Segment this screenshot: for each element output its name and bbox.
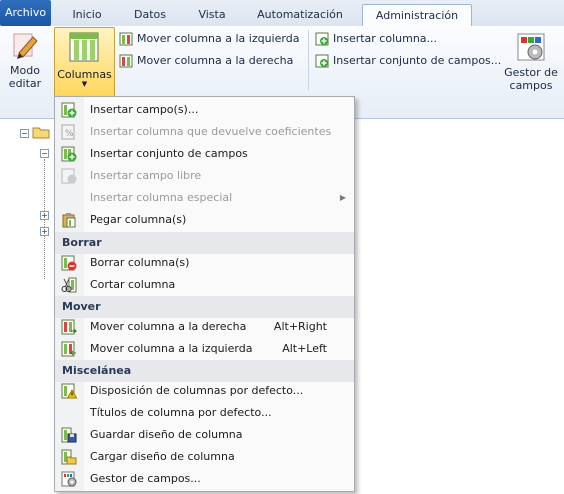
columns-dropdown-menu: Insertar campo(s)... % Insertar columna … [54,96,355,492]
pencil-icon [13,33,38,59]
menu-item-label: Insertar columna especial [90,191,233,204]
section-header-miscelanea: Miscelánea [55,360,354,382]
menu-item-shortcut: Alt+Right [273,320,327,333]
section-header-mover: Mover [55,296,354,318]
menu-item-insert-coefficient-column: % Insertar columna que devuelve coeficie… [55,121,354,143]
menu-item-label: Insertar campo libre [90,169,202,182]
menu-item-paste-columns[interactable]: Pegar columna(s) [55,209,354,231]
menu-item-move-column-right[interactable]: Mover columna a la derecha Alt+Right [55,316,354,338]
field-manager-icon [517,33,545,61]
columns-icon [69,32,99,62]
menu-item-save-column-layout[interactable]: Guardar diseño de columna [55,424,354,446]
insert-field-set-label: Insertar conjunto de campos... [333,54,502,67]
menu-item-field-manager[interactable]: Gestor de campos... [55,468,354,490]
menu-item-insert-free-field: Insertar campo libre [55,165,354,187]
menu-item-default-column-titles[interactable]: Títulos de columna por defecto... [55,402,354,424]
insert-column-label: Insertar columna... [333,32,438,45]
menu-item-delete-columns[interactable]: Borrar columna(s) [55,252,354,274]
menu-item-cut-column[interactable]: Cortar columna [55,274,354,296]
insert-field-icon [61,102,77,118]
tab-datos[interactable]: Datos [122,4,178,25]
insert-field-set-icon [61,146,77,162]
tree-collapse-toggle[interactable]: − [40,149,49,158]
insert-column-icon [315,32,329,46]
free-field-icon [61,168,77,184]
save-icon [61,427,77,443]
menu-item-label: Borrar columna(s) [90,256,190,269]
menu-item-label: Títulos de columna por defecto... [90,406,272,419]
menu-item-label: Mover columna a la izquierda [90,342,253,355]
menu-item-default-column-layout[interactable]: Disposición de columnas por defecto... [55,380,354,402]
tab-inicio[interactable]: Inicio [58,4,116,25]
tree-collapse-toggle[interactable]: − [20,129,29,138]
menu-item-insert-field[interactable]: Insertar campo(s)... [55,99,354,121]
section-header-borrar: Borrar [55,232,354,254]
edit-mode-label-1: Modo [10,64,40,77]
menu-item-label: Guardar diseño de columna [90,428,243,441]
insert-field-set-icon [315,54,329,68]
chevron-down-icon: ▼ [81,80,88,88]
tab-vista[interactable]: Vista [184,4,240,25]
move-left-button[interactable]: Mover columna a la izquierda [119,29,299,49]
menu-item-label: Disposición de columnas por defecto... [90,384,304,397]
tree-expand-toggle[interactable]: + [40,227,49,236]
edit-mode-label-2: editar [8,77,42,90]
delete-column-icon [61,255,77,271]
submenu-arrow-icon: ▶ [339,193,346,202]
field-manager-label-1: Gestor de [504,66,558,79]
menu-item-label: Insertar columna que devuelve coeficient… [90,125,332,138]
move-column-left-icon [119,32,133,46]
ribbon-tab-strip: Archivo Inicio Datos Vista Automatizació… [0,0,564,27]
field-manager-icon [61,471,77,487]
move-left-icon [61,341,76,357]
menu-item-label: Pegar columna(s) [90,213,187,226]
menu-item-label: Cargar diseño de columna [90,450,235,463]
move-left-label: Mover columna a la izquierda [137,32,300,45]
menu-item-load-column-layout[interactable]: Cargar diseño de columna [55,446,354,468]
edit-mode-button[interactable]: Modo editar [4,31,46,90]
field-manager-button[interactable]: Gestor de campos [500,31,562,92]
paste-icon [62,213,76,228]
move-right-button[interactable]: Mover columna a la derecha [119,51,293,71]
cut-icon [61,277,77,293]
folder-icon [32,127,50,139]
coefficient-column-icon: % [61,124,75,140]
move-right-label: Mover columna a la derecha [137,54,294,67]
move-column-right-icon [119,54,133,68]
menu-item-label: Gestor de campos... [90,472,201,485]
ribbon-separator [308,30,309,90]
insert-column-button[interactable]: Insertar columna... [315,29,437,49]
insert-field-set-button[interactable]: Insertar conjunto de campos... [315,51,501,71]
menu-item-insert-special-column: Insertar columna especial ▶ [55,187,354,209]
tab-automatizacion[interactable]: Automatización [246,4,354,25]
svg-text:%: % [65,129,74,139]
menu-item-move-column-left[interactable]: Mover columna a la izquierda Alt+Left [55,338,354,360]
menu-item-label: Cortar columna [90,278,176,291]
tree-expand-toggle[interactable]: + [40,211,49,220]
warning-layout-icon [61,383,77,399]
tab-administracion[interactable]: Administración [362,4,472,27]
menu-item-shortcut: Alt+Left [282,342,327,355]
folder-open-icon [61,449,77,465]
menu-item-insert-field-set[interactable]: Insertar conjunto de campos [55,143,354,165]
menu-item-label: Insertar campo(s)... [90,103,199,116]
field-manager-label-2: campos [509,79,553,92]
move-right-icon [61,319,77,335]
menu-item-label: Insertar conjunto de campos [90,147,248,160]
tab-archivo[interactable]: Archivo [0,0,51,26]
menu-item-label: Mover columna a la derecha [90,320,247,333]
columns-button[interactable]: Columnas ▼ [54,27,115,98]
